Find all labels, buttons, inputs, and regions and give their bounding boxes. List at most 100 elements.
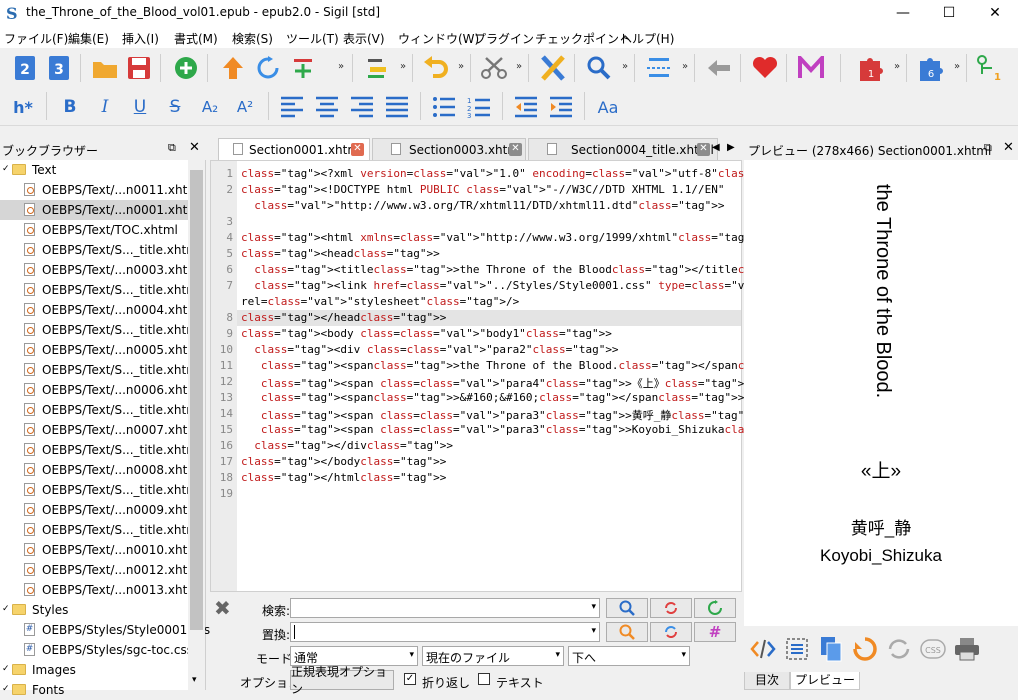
refresh-icon[interactable] — [253, 53, 283, 83]
select-all-icon[interactable] — [782, 634, 812, 664]
tree-file-item[interactable]: OEBPS/Text/...n0013.xhtml — [0, 580, 202, 600]
code-line[interactable]: class="tag"></bodyclass="tag">> — [241, 455, 446, 468]
maximize-button[interactable]: ☐ — [926, 0, 972, 26]
code-line[interactable]: class="tag"></headclass="tag">> — [241, 311, 446, 324]
chevron-down-icon[interactable]: ✓ — [2, 604, 10, 614]
cut-icon[interactable] — [479, 53, 509, 83]
menu-checkpoint[interactable]: チェックポイント — [535, 30, 631, 47]
align-right-icon[interactable] — [347, 92, 377, 122]
replace-input[interactable]: ▾ — [290, 622, 600, 642]
chevron-down-icon[interactable]: ✓ — [2, 684, 10, 694]
code-line[interactable]: class="tag"><?xml version=class="val">"1… — [241, 167, 811, 180]
replace-button[interactable] — [650, 598, 692, 618]
code-cleaner-icon[interactable] — [538, 53, 568, 83]
minimize-button[interactable]: — — [880, 0, 926, 26]
toolbar-overflow-icon[interactable]: » — [682, 61, 688, 72]
plugin-menu-icon[interactable]: 1 — [974, 53, 1004, 83]
code-editor[interactable]: 1 2 3 4 5 6 7 8 9 10 11 12 13 14 15 16 17 18 19 class="tag… — [210, 160, 930, 592]
chevron-down-icon[interactable]: ✓ — [2, 164, 10, 174]
tree-file-item[interactable]: # OEBPS/Styles/sgc-toc.css — [0, 640, 193, 660]
tab-close-icon[interactable]: ✕ — [509, 143, 522, 156]
menu-file[interactable]: ファイル(F) — [4, 30, 68, 47]
text-case-button[interactable]: Aa — [593, 92, 623, 122]
copy-icon[interactable] — [816, 634, 846, 664]
float-panel-icon[interactable]: ⧉ — [984, 141, 992, 155]
tree-file-item[interactable]: OEBPS/Text/...n0008.xhtml — [0, 460, 202, 480]
italic-button[interactable]: I — [90, 92, 120, 122]
add-existing-icon[interactable] — [288, 53, 318, 83]
tree-folder-images[interactable]: ✓ Images — [0, 660, 188, 680]
code-line[interactable]: class="tag"><body class=class="val">"bod… — [241, 327, 612, 340]
justify-icon[interactable] — [382, 92, 412, 122]
tree-file-item[interactable]: OEBPS/Text/S..._title.xhtml — [0, 400, 201, 420]
tree-file-item[interactable]: OEBPS/Text/S..._title.xhtml — [0, 280, 201, 300]
add-file-icon[interactable] — [171, 53, 201, 83]
back-arrow-icon[interactable] — [704, 53, 734, 83]
split-icon[interactable] — [644, 53, 674, 83]
toolbar-overflow-icon[interactable]: » — [516, 61, 522, 72]
menu-format[interactable]: 書式(M) — [174, 30, 218, 47]
scope-select[interactable]: 現在のファイル ▾ — [422, 646, 564, 666]
epub3-icon[interactable]: 3 — [44, 53, 74, 83]
code-line[interactable]: class="val">"http://www.w3.org/TR/xhtml1… — [241, 199, 724, 212]
tree-file-item[interactable]: OEBPS/Text/...n0006.xhtml — [0, 380, 202, 400]
heart-icon[interactable] — [750, 53, 780, 83]
tree-file-item[interactable]: OEBPS/Text/...n0012.xhtml — [0, 560, 202, 580]
tab-close-icon[interactable]: ✕ — [351, 143, 364, 156]
sync-icon[interactable] — [884, 634, 914, 664]
align-left-icon[interactable] — [277, 92, 307, 122]
toolbar-overflow-icon[interactable]: » — [894, 61, 900, 72]
tree-folder-fonts[interactable]: ✓ Fonts — [0, 680, 188, 700]
tree-file-item[interactable]: # OEBPS/Styles/Style0001.css — [0, 620, 210, 640]
menu-help[interactable]: ヘルプ(H) — [620, 30, 674, 47]
text-checkbox[interactable] — [478, 673, 490, 685]
tree-file-item[interactable]: OEBPS/Text/...n0003.xhtml — [0, 260, 202, 280]
direction-select[interactable]: 下へ ▾ — [568, 646, 690, 666]
tree-file-item[interactable]: OEBPS/Text/S..._title.xhtml — [0, 440, 201, 460]
find-button[interactable] — [606, 598, 648, 618]
menu-search[interactable]: 検索(S) — [232, 30, 273, 47]
print-icon[interactable] — [952, 634, 982, 664]
tab-scroll-left-icon[interactable]: ◀ — [712, 142, 720, 153]
replace-find-button[interactable] — [694, 598, 736, 618]
underline-button[interactable]: U — [125, 92, 155, 122]
tree-file-item[interactable]: OEBPS/Text/S..._title.xhtml — [0, 480, 201, 500]
tab-section0003[interactable]: Section0003.xhtml ✕ — [372, 138, 526, 160]
menu-view[interactable]: 表示(V) — [343, 30, 385, 47]
book-browser-scrollbar[interactable]: ▾ — [188, 160, 205, 690]
superscript-button[interactable]: A² — [230, 92, 260, 122]
code-line[interactable]: class="tag"><titleclass="tag">>the Thron… — [241, 263, 824, 276]
find-replace-all-button[interactable] — [606, 622, 648, 642]
code-line[interactable]: class="tag"><html xmlns=class="val">"htt… — [241, 231, 764, 244]
move-up-icon[interactable] — [218, 53, 248, 83]
close-panel-icon[interactable]: ✕ — [1003, 140, 1014, 155]
toolbar-overflow-icon[interactable]: » — [622, 61, 628, 72]
close-find-icon[interactable]: ✖ — [214, 596, 231, 620]
tree-file-item[interactable]: OEBPS/Text/S..._title.xhtml — [0, 520, 201, 540]
menu-window[interactable]: ウィンドウ(W) — [398, 30, 479, 47]
tree-file-item[interactable]: OEBPS/Text/...n0010.xhtml — [0, 540, 202, 560]
tree-file-item[interactable]: OEBPS/Text/...n0004.xhtml — [0, 300, 202, 320]
chevron-down-icon[interactable]: ✓ — [2, 664, 10, 674]
code-line[interactable]: class="tag"><headclass="tag">> — [241, 247, 440, 260]
code-line[interactable]: class="tag"></htmlclass="tag">> — [241, 471, 446, 484]
tree-file-item[interactable]: OEBPS/Text/S..._title.xhtml — [0, 360, 201, 380]
tree-file-item[interactable]: OEBPS/Text/...n0005.xhtml — [0, 340, 202, 360]
tab-preview[interactable]: プレビュー — [790, 672, 860, 690]
tree-file-item[interactable]: OEBPS/Text/...n0011.xhtml — [0, 180, 202, 200]
tree-file-item[interactable]: OEBPS/Text/...n0009.xhtml — [0, 500, 202, 520]
toolbar-overflow-icon[interactable]: » — [954, 61, 960, 72]
toolbar-overflow-icon[interactable]: » — [338, 61, 344, 72]
find-icon[interactable] — [584, 53, 614, 83]
plugin-1-icon[interactable]: 1 — [856, 53, 886, 83]
metadata-icon[interactable] — [796, 53, 826, 83]
code-line[interactable]: class="tag"><div class=class="val">"para… — [241, 343, 618, 356]
wrap-checkbox[interactable]: ✓ — [404, 673, 416, 685]
tree-file-item[interactable]: OEBPS/Text/...n0007.xhtml — [0, 420, 202, 440]
menu-tools[interactable]: ツール(T) — [286, 30, 339, 47]
epub2-icon[interactable]: 2 — [10, 53, 40, 83]
tree-file-item[interactable]: OEBPS/Text/...n0001.xhtml — [0, 200, 202, 220]
css-toggle-icon[interactable]: CSS — [918, 634, 948, 664]
save-icon[interactable] — [124, 53, 154, 83]
menu-insert[interactable]: 挿入(I) — [122, 30, 159, 47]
